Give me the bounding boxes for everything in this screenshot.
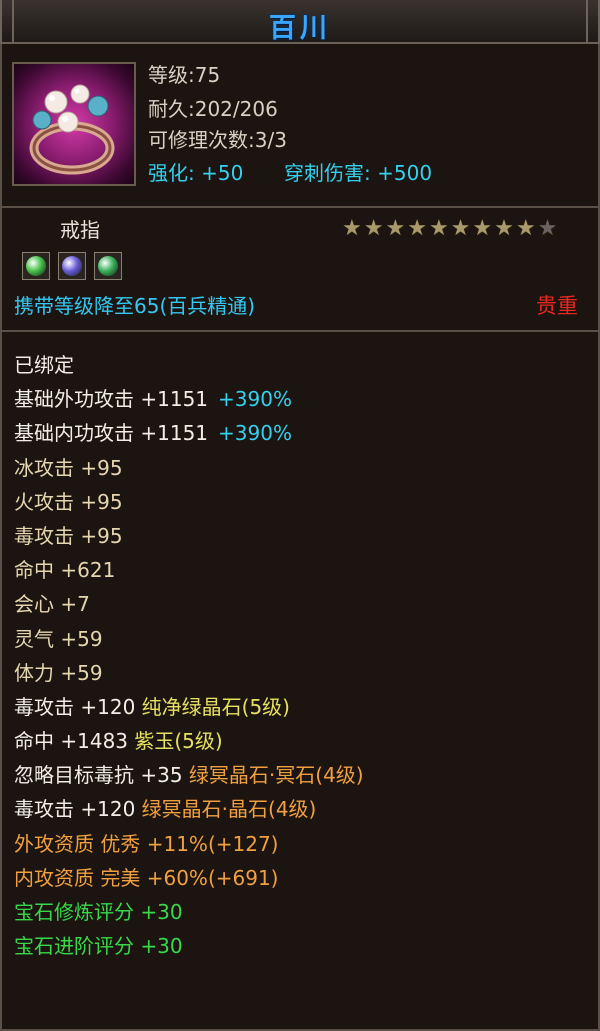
attribute-text: 冰攻击 +95 [14,455,123,480]
gem-sockets [22,252,122,280]
level-line: 等级:75 [148,63,221,87]
attribute-text: 宝石修炼评分 +30 [14,900,183,924]
attribute-extra: +390% [218,387,292,412]
pierce-damage-value: +500 [377,161,433,185]
attribute-row: 命中 +1483 紫玉(5级) [14,724,364,758]
enhance-value: +50 [201,161,244,185]
attribute-text: 基础外功攻击 +1151 [14,387,209,412]
pierce-damage-label: 穿刺伤害: [284,161,371,185]
attribute-list: 已绑定基础外功攻击 +1151 +390% 基础内功攻击 +1151 +390% 冰攻击… [14,348,364,963]
item-type: 戒指 [60,218,100,242]
star-icon: ★ [515,216,536,241]
item-icon[interactable] [12,62,136,186]
attribute-row: 基础内功攻击 +1151 +390% [14,416,364,450]
attribute-row: 命中 +621 [14,553,364,587]
attribute-row: 毒攻击 +120 绿冥晶石·晶石(4级) [14,792,364,826]
attribute-text: 毒攻击 +95 [14,523,123,548]
attribute-text: 命中 +1483 [14,729,135,754]
attribute-extra: +390% [218,421,292,446]
attribute-row: 灵气 +59 [14,622,364,656]
attribute-text: 基础内功攻击 +1151 [14,421,209,446]
purple-gem-icon [62,256,82,276]
gem-socket[interactable] [94,252,122,280]
attribute-extra: 纯净绿晶石(5级) [141,694,290,719]
title-bar: 百川 [0,0,600,44]
attribute-text: 宝石进阶评分 +30 [14,934,183,959]
attribute-row: 基础外功攻击 +1151 +390% [14,382,364,416]
star-icon: ★ [428,216,449,241]
attribute-row: 外攻资质 优秀 +11%(+127) [14,827,364,861]
attribute-row: 已绑定 [14,348,364,382]
attribute-text: 体力 +59 [14,660,103,685]
star-icon: ★ [450,216,471,241]
attribute-row: 忽略目标毒抗 +35 绿冥晶石·冥石(4级) [14,758,364,792]
green-gem-icon [98,256,118,276]
attribute-extra: 绿冥晶石·晶石(4级) [141,797,317,822]
star-icon: ★ [472,216,493,241]
star-rating: ★ ★ ★ ★ ★ ★ ★ ★ ★ ★ [342,216,557,242]
star-icon: ★ [363,216,384,241]
star-icon: ★ [494,216,514,241]
valuable-tag: 贵重 [536,294,578,318]
attribute-text: 命中 +621 [14,558,116,583]
attribute-text: 忽略目标毒抗 +35 [14,763,189,788]
attribute-text: 灵气 +59 [14,626,103,651]
attribute-text: 已绑定 [14,353,74,377]
gem-socket[interactable] [58,252,86,280]
enhance-line: 强化: +50 穿刺伤害: +500 [148,160,432,186]
star-icon: ★ [342,216,362,241]
attribute-text: 会心 +7 [14,592,90,617]
section-divider [0,206,600,208]
attribute-extra: 紫玉(5级) [134,729,223,754]
attribute-row: 体力 +59 [14,656,364,690]
ring-icon [29,84,115,175]
star-icon: ★ [407,216,427,241]
durability-line: 耐久:202/206 [148,97,278,121]
item-name: 百川 [269,13,331,44]
section-divider [0,330,600,332]
enhance-label: 强化: [148,161,195,185]
star-icon: ★ [537,216,558,241]
attribute-row: 内攻资质 完美 +60%(+691) [14,861,364,895]
attribute-extra: (+691) [207,865,279,890]
gem-socket[interactable] [22,252,50,280]
green-gem-icon [26,256,46,276]
attribute-extra: (+127) [207,831,279,856]
attribute-row: 毒攻击 +120 纯净绿晶石(5级) [14,690,364,724]
star-icon: ★ [385,216,406,241]
attribute-text: 毒攻击 +120 [14,797,142,822]
attribute-row: 会心 +7 [14,587,364,621]
attribute-row: 宝石修炼评分 +30 [14,895,364,929]
attribute-text: 火攻击 +95 [14,489,123,514]
carry-requirement: 携带等级降至65(百兵精通) [14,294,256,318]
attribute-row: 宝石进阶评分 +30 [14,929,364,963]
attribute-row: 毒攻击 +95 [14,519,364,553]
attribute-text: 内攻资质 完美 +60% [14,865,208,890]
item-tooltip: 百川 等级:75 耐久:202/206 可修理次数:3/3 强化: +50 穿刺… [0,0,600,1031]
attribute-row: 冰攻击 +95 [14,451,364,485]
attribute-extra: 绿冥晶石·冥石(4级) [188,763,364,788]
attribute-text: 外攻资质 优秀 +11% [14,831,208,856]
attribute-row: 火攻击 +95 [14,485,364,519]
frame-left [0,44,2,1031]
repair-count-line: 可修理次数:3/3 [148,128,287,152]
attribute-text: 毒攻击 +120 [14,694,142,719]
